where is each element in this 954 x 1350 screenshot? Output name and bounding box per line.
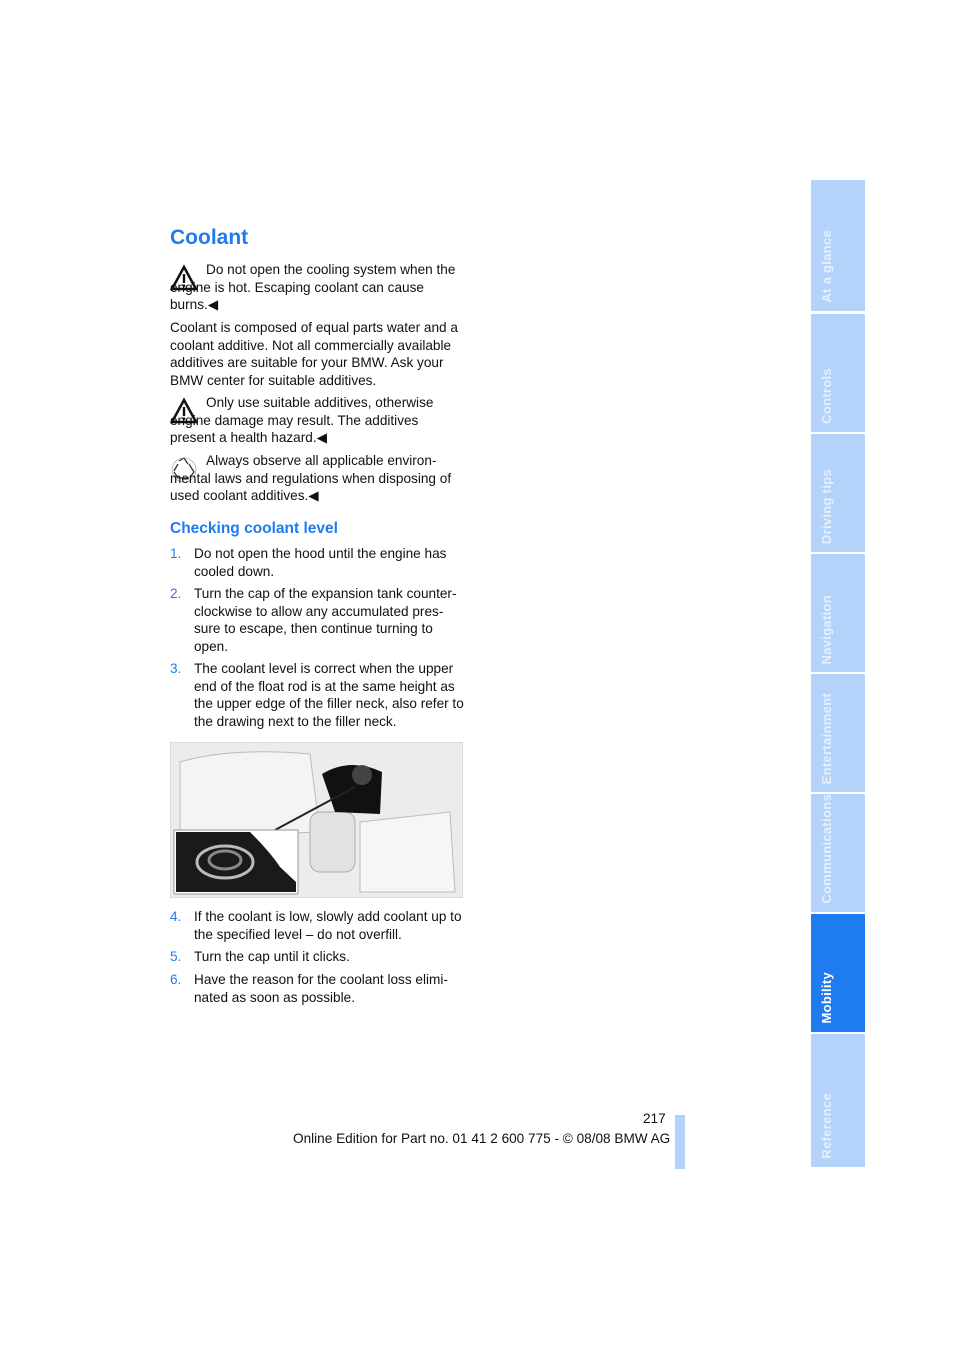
tab-reference[interactable]: Reference [811, 1034, 865, 1167]
list-item: 6. Have the reason for the coolant loss e… [170, 972, 448, 1005]
footer: Online Edition for Part no. 01 41 2 600 … [293, 1131, 671, 1146]
tab-mobility[interactable]: Mobility [811, 914, 865, 1032]
tab-driving-tips[interactable]: Driving tips [811, 434, 865, 552]
tab-navigation[interactable]: Navigation [811, 554, 865, 672]
page-marker-bar [675, 1115, 685, 1169]
list-item: 3. The coolant level is correct when the … [170, 661, 464, 729]
engine-bay-illustration [170, 742, 463, 898]
tab-controls[interactable]: Controls [811, 314, 865, 432]
environment-note: Always observe all applicable environ­me… [170, 453, 452, 503]
manual-page: Coolant Do not open the cooling system w… [0, 0, 954, 1350]
page-number: 217 [643, 1111, 666, 1126]
tab-at-a-glance[interactable]: At a glance [811, 180, 865, 311]
tab-communications[interactable]: Communications [811, 794, 865, 912]
list-item: 1. Do not open the hood until the engine … [170, 546, 447, 579]
section-heading: Checking coolant level [170, 520, 338, 537]
page-title: Coolant [170, 226, 249, 249]
list-item: 2. Turn the cap of the expansion tank cou… [170, 586, 457, 654]
list-item: 5. Turn the cap until it clicks. [170, 949, 350, 964]
coolant-paragraph: Coolant is composed of equal parts water… [170, 320, 458, 388]
warning-text-hot: Do not open the cooling system when the … [170, 262, 456, 312]
tab-entertainment[interactable]: Entertainment [811, 674, 865, 792]
list-item: 4. If the coolant is low, slowly add cool… [170, 909, 462, 942]
warning-text-additives: Only use suitable additives, otherwise e… [170, 395, 434, 445]
